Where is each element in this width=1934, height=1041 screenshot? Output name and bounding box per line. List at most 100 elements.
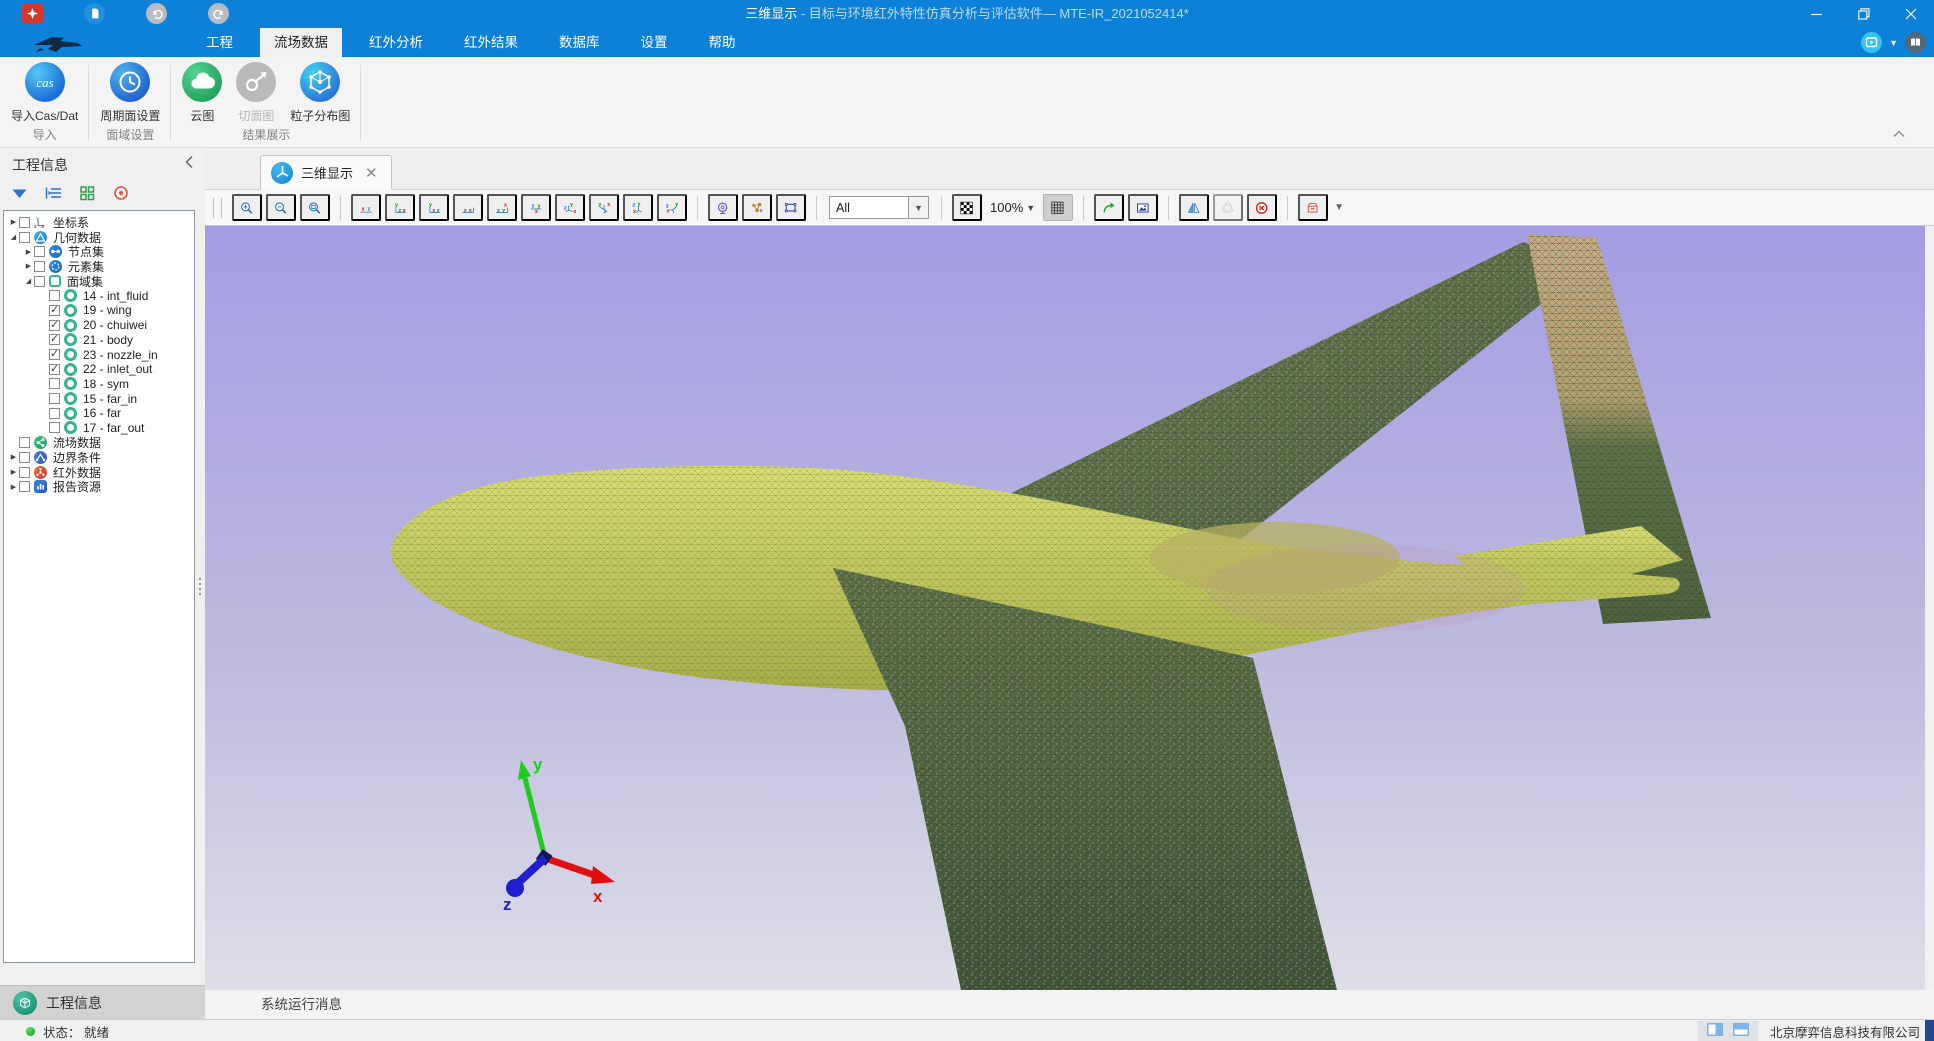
zoom-out-button[interactable] [266, 194, 296, 221]
expand-list-icon[interactable] [44, 184, 62, 202]
tree-checkbox[interactable] [34, 276, 45, 287]
menu-item-3[interactable]: 红外分析 [355, 28, 437, 57]
cancel-button[interactable] [1247, 194, 1277, 221]
tree-checkbox[interactable] [19, 467, 30, 478]
restore-button[interactable] [1840, 0, 1887, 28]
tree-row[interactable]: ✓23 - nozzle_in [4, 347, 194, 362]
archive-button[interactable] [1298, 194, 1328, 221]
menu-item-6[interactable]: 设置 [627, 28, 682, 57]
tree-checkbox[interactable] [34, 261, 45, 272]
zoom-fit-button[interactable] [300, 194, 330, 221]
menu-item-2[interactable]: 流场数据 [260, 28, 342, 57]
view-bottom-button[interactable]: zyx [521, 194, 551, 221]
minimize-button[interactable] [1793, 0, 1840, 28]
view-left-button[interactable]: yxz [419, 194, 449, 221]
tree-row[interactable]: 16 - far [4, 406, 194, 421]
view-top-button[interactable]: xzy [487, 194, 517, 221]
tree-checkbox[interactable] [49, 408, 60, 419]
ribbon-button-clock[interactable]: 周期面设置 [97, 60, 163, 124]
tree-checkbox[interactable]: ✓ [49, 334, 60, 345]
snapshot-button[interactable] [1128, 194, 1158, 221]
tree-row[interactable]: ◢几何数据 [4, 230, 194, 245]
tree-collapsed-icon[interactable]: ▶ [23, 262, 34, 270]
tree-checkbox[interactable] [19, 437, 30, 448]
project-tree[interactable]: ▶yzx坐标系◢几何数据▶节点集▶元素集◢面域集14 - int_fluid✓1… [3, 210, 195, 963]
tree-row[interactable]: ▶报告资源 [4, 479, 194, 494]
filter-icon[interactable] [10, 184, 28, 202]
tree-row[interactable]: ▶红外数据 [4, 465, 194, 480]
tree-row[interactable]: ✓22 - inlet_out [4, 362, 194, 377]
export-view-button[interactable] [1094, 194, 1124, 221]
tree-checkbox[interactable]: ✓ [49, 320, 60, 331]
tree-row[interactable]: 14 - int_fluid [4, 288, 194, 303]
view-front-button[interactable]: xz [351, 194, 381, 221]
tree-checkbox[interactable] [49, 393, 60, 404]
zoom-in-button[interactable] [232, 194, 262, 221]
node-graph-button[interactable] [742, 194, 772, 221]
tree-row[interactable]: 流场数据 [4, 435, 194, 450]
tree-row[interactable]: 18 - sym [4, 377, 194, 392]
rect-select-button[interactable] [776, 194, 806, 221]
3d-viewport[interactable]: y x z [205, 226, 1925, 990]
transparency-button[interactable] [952, 194, 982, 221]
tree-checkbox[interactable] [19, 217, 30, 228]
tree-checkbox[interactable] [19, 232, 30, 243]
tab-close-icon[interactable]: ✕ [365, 164, 378, 182]
view-iso-2-button[interactable]: yxz [589, 194, 619, 221]
tree-row[interactable]: ▶节点集 [4, 244, 194, 259]
tree-checkbox[interactable]: ✓ [49, 305, 60, 316]
archive-chevron-icon[interactable]: ▼ [1334, 202, 1344, 213]
dropdown-caret-icon[interactable]: ▼ [1889, 38, 1898, 48]
tree-collapsed-icon[interactable]: ▶ [8, 453, 19, 461]
tree-collapsed-icon[interactable]: ▶ [23, 248, 34, 256]
layout-bottom-icon[interactable] [1733, 1023, 1749, 1039]
mesh-grid-button[interactable] [1043, 194, 1073, 221]
view-right-button[interactable]: zx [453, 194, 483, 221]
toolbar-drag-handle[interactable] [213, 198, 222, 218]
probe-button[interactable] [708, 194, 738, 221]
tree-collapsed-icon[interactable]: ▶ [8, 468, 19, 476]
layout-grid-icon[interactable] [78, 184, 96, 202]
media-tool-icon[interactable] [1861, 32, 1882, 53]
tree-checkbox[interactable]: ✓ [49, 364, 60, 375]
tree-checkbox[interactable] [19, 481, 30, 492]
zoom-level-dropdown[interactable]: 100%▼ [986, 200, 1039, 215]
tab-3d-view[interactable]: 三维显示 ✕ [260, 155, 392, 190]
tree-row[interactable]: ▶yzx坐标系 [4, 215, 194, 230]
ribbon-button-cas[interactable]: cas导入Cas/Dat [8, 60, 81, 124]
help-book-icon[interactable] [1905, 32, 1926, 53]
view-iso-1-button[interactable]: zyx [555, 194, 585, 221]
tree-row[interactable]: 17 - far_out [4, 421, 194, 436]
tree-collapsed-icon[interactable]: ▶ [8, 218, 19, 226]
tree-expanded-icon[interactable]: ◢ [23, 277, 34, 285]
layout-left-icon[interactable] [1707, 1023, 1723, 1039]
view-iso-3-button[interactable]: zyx [623, 194, 653, 221]
panel-splitter-handle[interactable] [197, 578, 203, 595]
locate-icon[interactable] [112, 184, 130, 202]
tree-collapsed-icon[interactable]: ▶ [8, 483, 19, 491]
panel-footer[interactable]: 工程信息 [0, 985, 205, 1019]
tree-checkbox[interactable] [49, 378, 60, 389]
display-filter-combobox[interactable]: All▼ [829, 196, 929, 219]
ribbon-button-cloud[interactable]: 云图 [179, 60, 225, 124]
view-iso-4-button[interactable]: zxy [657, 194, 687, 221]
tree-row[interactable]: ▶边界条件 [4, 450, 194, 465]
menu-item-1[interactable]: 工程 [192, 28, 247, 57]
ribbon-collapse-button[interactable] [1890, 127, 1908, 141]
view-back-button[interactable]: yzx [385, 194, 415, 221]
tree-checkbox[interactable] [49, 422, 60, 433]
tree-checkbox[interactable] [34, 246, 45, 257]
panel-collapse-icon[interactable] [184, 155, 193, 172]
tree-row[interactable]: ✓21 - body [4, 333, 194, 348]
tree-row[interactable]: 15 - far_in [4, 391, 194, 406]
tree-expanded-icon[interactable]: ◢ [8, 233, 19, 241]
menu-item-4[interactable]: 红外结果 [450, 28, 532, 57]
close-button[interactable] [1887, 0, 1934, 28]
tree-row[interactable]: ✓19 - wing [4, 303, 194, 318]
tree-row[interactable]: ✓20 - chuiwei [4, 318, 194, 333]
menu-item-5[interactable]: 数据库 [545, 28, 614, 57]
ribbon-button-particles[interactable]: 粒子分布图 [287, 60, 353, 124]
tree-checkbox[interactable]: ✓ [49, 349, 60, 360]
tree-checkbox[interactable] [49, 290, 60, 301]
tree-row[interactable]: ▶元素集 [4, 259, 194, 274]
